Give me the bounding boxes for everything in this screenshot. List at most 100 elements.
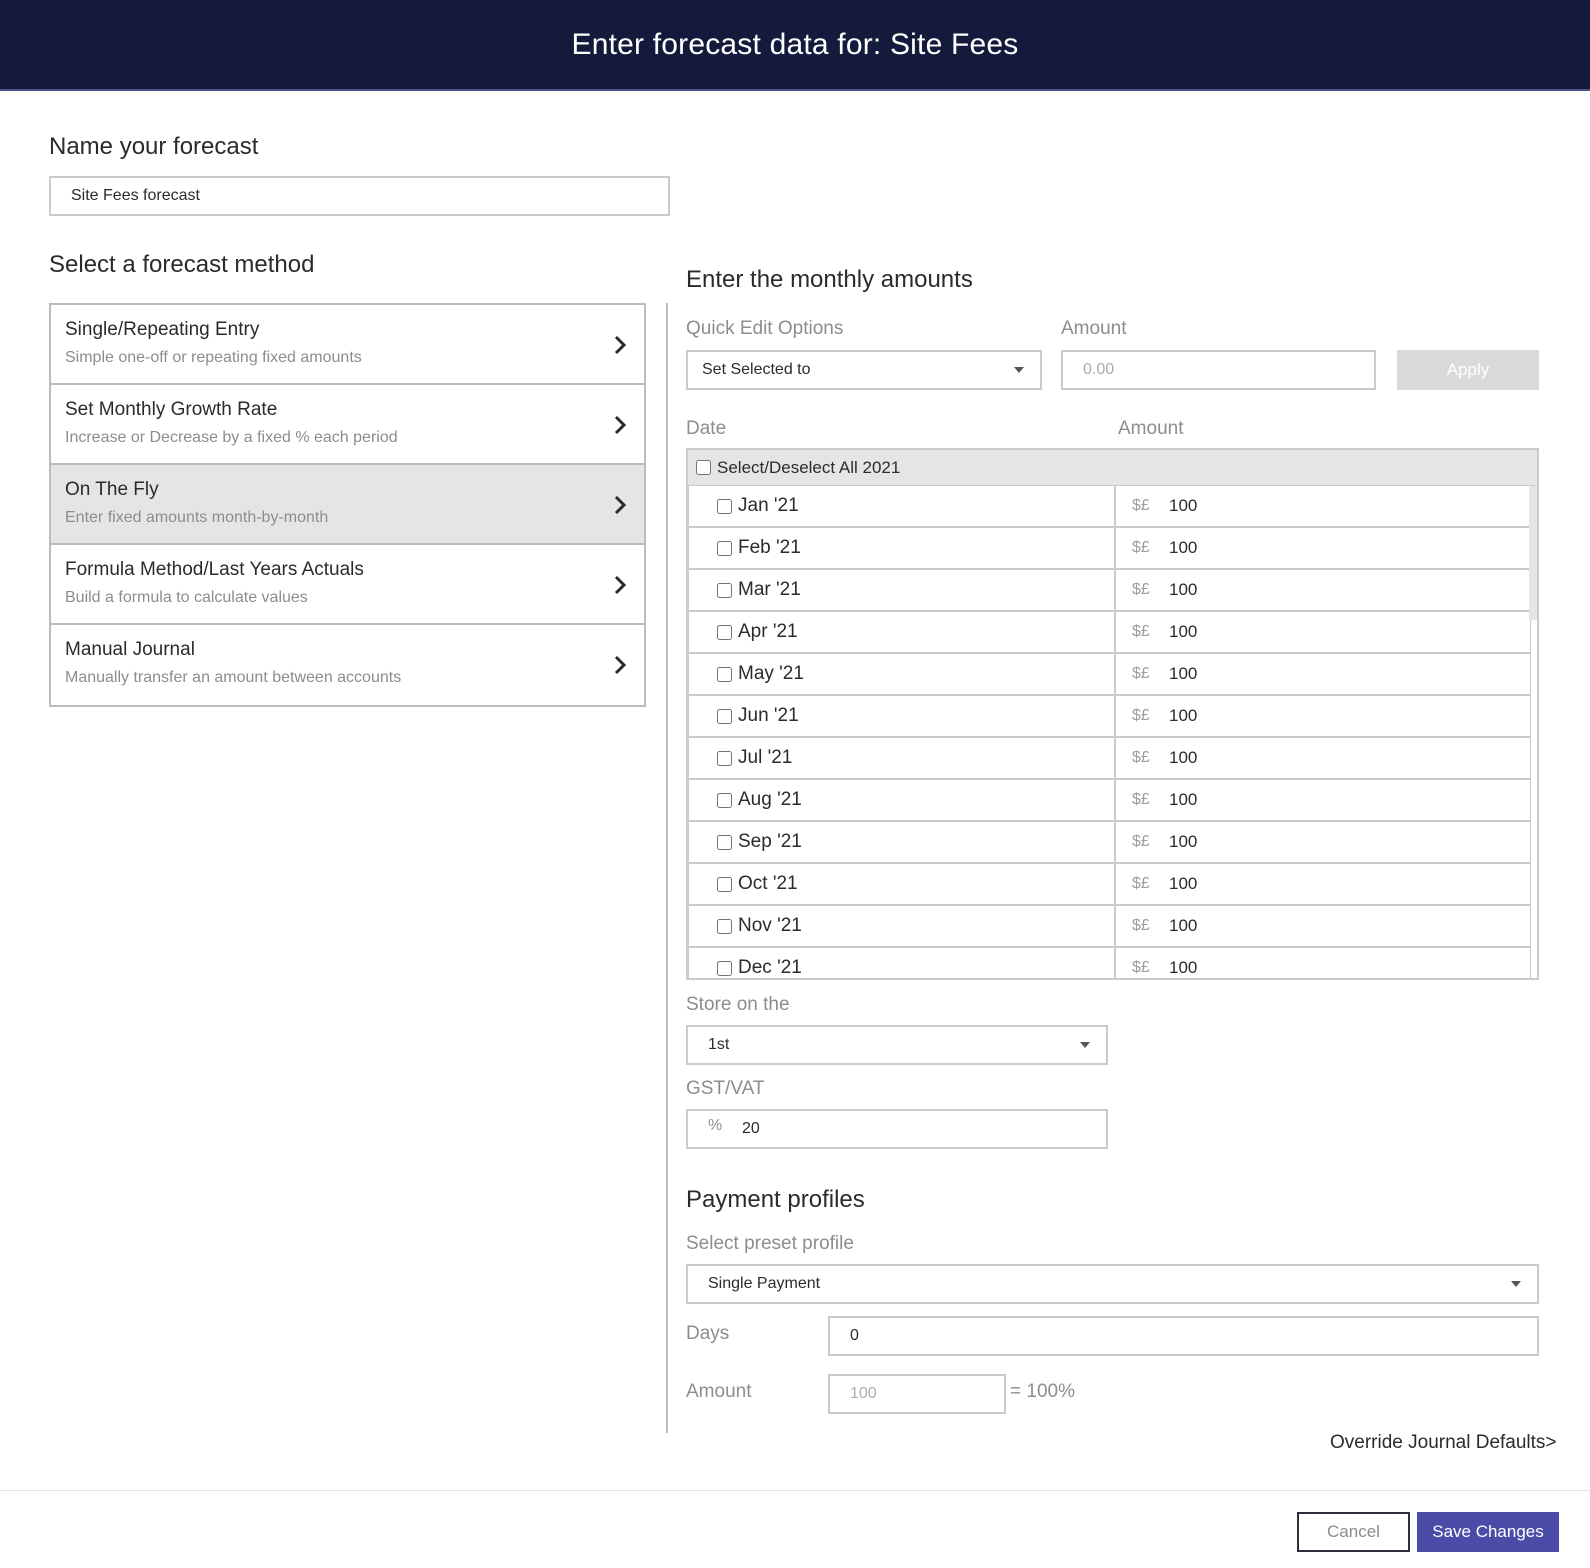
month-amount[interactable]: 100 [1169,496,1197,516]
method-title: Single/Repeating Entry [65,319,260,340]
amount-cell[interactable]: $£ 100 [1116,822,1531,862]
preset-profile-value: Single Payment [708,1275,821,1292]
gst-input[interactable] [686,1109,1108,1149]
select-all-checkbox[interactable] [696,460,711,475]
amount-cell[interactable]: $£ 100 [1116,696,1531,736]
date-cell: Mar '21 [688,570,1116,610]
month-amount[interactable]: 100 [1169,538,1197,558]
month-amount[interactable]: 100 [1169,790,1197,810]
date-cell: Nov '21 [688,906,1116,946]
amount-cell[interactable]: $£ 100 [1116,738,1531,778]
chevron-right-icon [614,335,626,355]
forecast-method-option[interactable]: On The Fly Enter fixed amounts month-by-m… [51,465,644,545]
forecast-method-option[interactable]: Formula Method/Last Years Actuals Build a… [51,545,644,625]
forecast-method-option[interactable]: Single/Repeating Entry Simple one-off or … [51,305,644,385]
table-scrollbar[interactable] [1529,486,1537,620]
month-amount[interactable]: 100 [1169,874,1197,894]
month-checkbox[interactable] [717,582,732,598]
month-checkbox[interactable] [717,540,732,556]
month-checkbox[interactable] [717,498,732,514]
table-row: Jul '21 $£ 100 [688,738,1531,780]
month-checkbox[interactable] [717,960,732,976]
amount-cell[interactable]: $£ 100 [1116,528,1531,568]
amount-cell[interactable]: $£ 100 [1116,780,1531,820]
currency-symbol: $£ [1132,707,1150,724]
method-description: Enter fixed amounts month-by-month [65,509,329,526]
payment-amount-label: Amount [686,1381,752,1402]
quick-edit-select[interactable]: Set Selected to [686,350,1042,390]
percent-prefix: % [708,1117,723,1134]
payment-amount-input[interactable] [828,1374,1006,1414]
month-amount[interactable]: 100 [1169,580,1197,600]
save-changes-button[interactable]: Save Changes [1417,1512,1559,1552]
modal-header: Enter forecast data for: Site Fees [0,0,1590,91]
table-row: Sep '21 $£ 100 [688,822,1531,864]
month-checkbox[interactable] [717,792,732,808]
month-checkbox[interactable] [717,876,732,892]
month-label: Aug '21 [738,789,802,810]
store-on-label: Store on the [686,994,790,1015]
quick-edit-value: Set Selected to [702,361,811,378]
date-column-header: Date [686,418,727,439]
preset-profile-select[interactable]: Single Payment [686,1264,1539,1304]
chevron-down-icon [1014,367,1024,373]
month-checkbox[interactable] [717,666,732,682]
forecast-name-input[interactable] [49,176,670,216]
month-checkbox[interactable] [717,834,732,850]
days-input[interactable] [828,1316,1539,1356]
method-description: Build a formula to calculate values [65,589,308,606]
amount-label: Amount [1061,318,1127,339]
date-cell: Jun '21 [688,696,1116,736]
amount-cell[interactable]: $£ 100 [1116,906,1531,946]
date-cell: Jan '21 [688,486,1116,526]
month-amount[interactable]: 100 [1169,622,1197,642]
apply-button[interactable]: Apply [1397,350,1539,390]
amount-cell[interactable]: $£ 100 [1116,948,1531,978]
month-label: Sep '21 [738,831,802,852]
currency-symbol: $£ [1132,623,1150,640]
month-checkbox[interactable] [717,918,732,934]
method-description: Increase or Decrease by a fixed % each p… [65,429,398,446]
amount-cell[interactable]: $£ 100 [1116,864,1531,904]
store-on-select[interactable]: 1st [686,1025,1108,1065]
currency-symbol: $£ [1132,791,1150,808]
amount-cell[interactable]: $£ 100 [1116,612,1531,652]
month-amount[interactable]: 100 [1169,664,1197,684]
month-checkbox[interactable] [717,708,732,724]
month-label: Nov '21 [738,915,802,936]
month-amount[interactable]: 100 [1169,832,1197,852]
table-row: May '21 $£ 100 [688,654,1531,696]
amount-cell[interactable]: $£ 100 [1116,570,1531,610]
method-title: On The Fly [65,479,159,500]
amount-cell[interactable]: $£ 100 [1116,654,1531,694]
table-row: Dec '21 $£ 100 [688,948,1531,978]
month-amount[interactable]: 100 [1169,748,1197,768]
month-label: Oct '21 [738,873,798,894]
amount-cell[interactable]: $£ 100 [1116,486,1531,526]
table-row: Oct '21 $£ 100 [688,864,1531,906]
currency-symbol: $£ [1132,875,1150,892]
table-row: Jun '21 $£ 100 [688,696,1531,738]
method-description: Simple one-off or repeating fixed amount… [65,349,362,366]
month-label: May '21 [738,663,804,684]
cancel-button[interactable]: Cancel [1297,1512,1410,1552]
override-journal-defaults-link[interactable]: Override Journal Defaults> [1330,1432,1557,1454]
payment-profiles-title: Payment profiles [686,1186,865,1213]
month-amount[interactable]: 100 [1169,706,1197,726]
monthly-amounts-table[interactable]: Select/Deselect All 2021 Jan '21 $£ 100 Feb… [686,448,1539,980]
forecast-method-option[interactable]: Manual Journal Manually transfer an amoun… [51,625,644,705]
month-rows: Jan '21 $£ 100 Feb '21 $£ 100 Mar '21 $£ 100 Apr … [688,486,1537,978]
quick-edit-amount-input[interactable] [1061,350,1376,390]
chevron-right-icon [614,415,626,435]
month-amount[interactable]: 100 [1169,916,1197,936]
month-checkbox[interactable] [717,624,732,640]
month-checkbox[interactable] [717,750,732,766]
month-label: Apr '21 [738,621,798,642]
method-description: Manually transfer an amount between acco… [65,669,402,686]
forecast-method-option[interactable]: Set Monthly Growth Rate Increase or Decre… [51,385,644,465]
date-cell: Aug '21 [688,780,1116,820]
forecast-method-list: Single/Repeating Entry Simple one-off or … [49,303,646,707]
month-amount[interactable]: 100 [1169,958,1197,978]
method-title: Set Monthly Growth Rate [65,399,278,420]
date-cell: Dec '21 [688,948,1116,978]
